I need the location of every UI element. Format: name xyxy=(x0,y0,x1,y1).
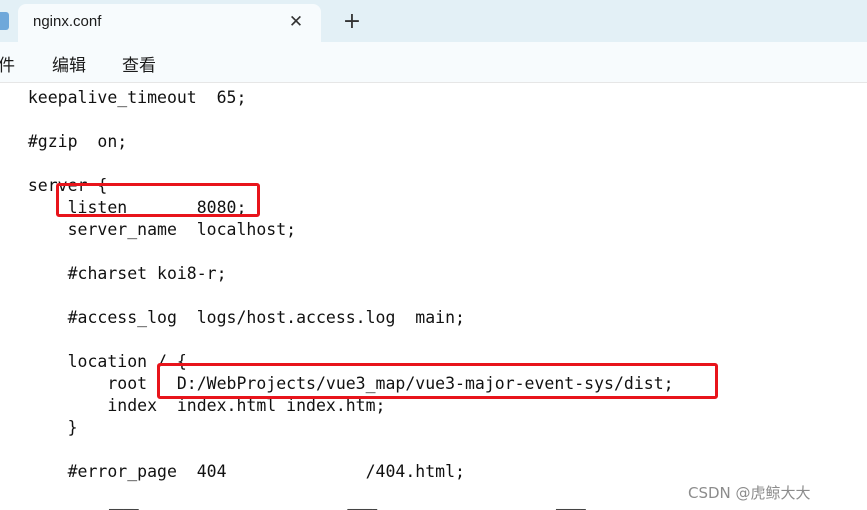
tab-title: nginx.conf xyxy=(33,13,102,30)
new-tab-plus-icon[interactable]: + xyxy=(338,8,366,36)
menu-edit[interactable]: 编辑 xyxy=(52,51,86,76)
menu-file[interactable]: 件 xyxy=(0,51,15,76)
title-bar: nginx.conf ✕ + xyxy=(0,0,867,42)
highlight-box-root xyxy=(157,363,718,399)
clipped-line: ╺━━╸ ╺━━╸ ╺━━╸ xyxy=(104,500,591,510)
code-line: keepalive_timeout 65; xyxy=(8,88,247,107)
watermark: CSDN @虎鲸大大 xyxy=(688,484,811,502)
previous-tab-icon[interactable] xyxy=(0,12,9,30)
menu-view[interactable]: 查看 xyxy=(122,51,156,76)
tab-nginx-conf[interactable]: nginx.conf ✕ xyxy=(18,4,321,42)
text-editor[interactable]: ━ ━ ━ keepalive_timeout 65; #gzip on; se… xyxy=(0,83,867,510)
close-icon[interactable]: ✕ xyxy=(284,10,308,34)
code-line: #access_log logs/host.access.log main; xyxy=(8,308,465,327)
code-line: #charset koi8-r; xyxy=(8,264,227,283)
code-line: #error_page 404 /404.html; xyxy=(8,462,465,481)
highlight-box-listen xyxy=(56,183,260,217)
code-line: } xyxy=(8,418,78,437)
menu-bar: 件 编辑 查看 xyxy=(0,42,867,83)
code-line: #gzip on; xyxy=(8,132,128,151)
code-line: server_name localhost; xyxy=(8,220,297,239)
